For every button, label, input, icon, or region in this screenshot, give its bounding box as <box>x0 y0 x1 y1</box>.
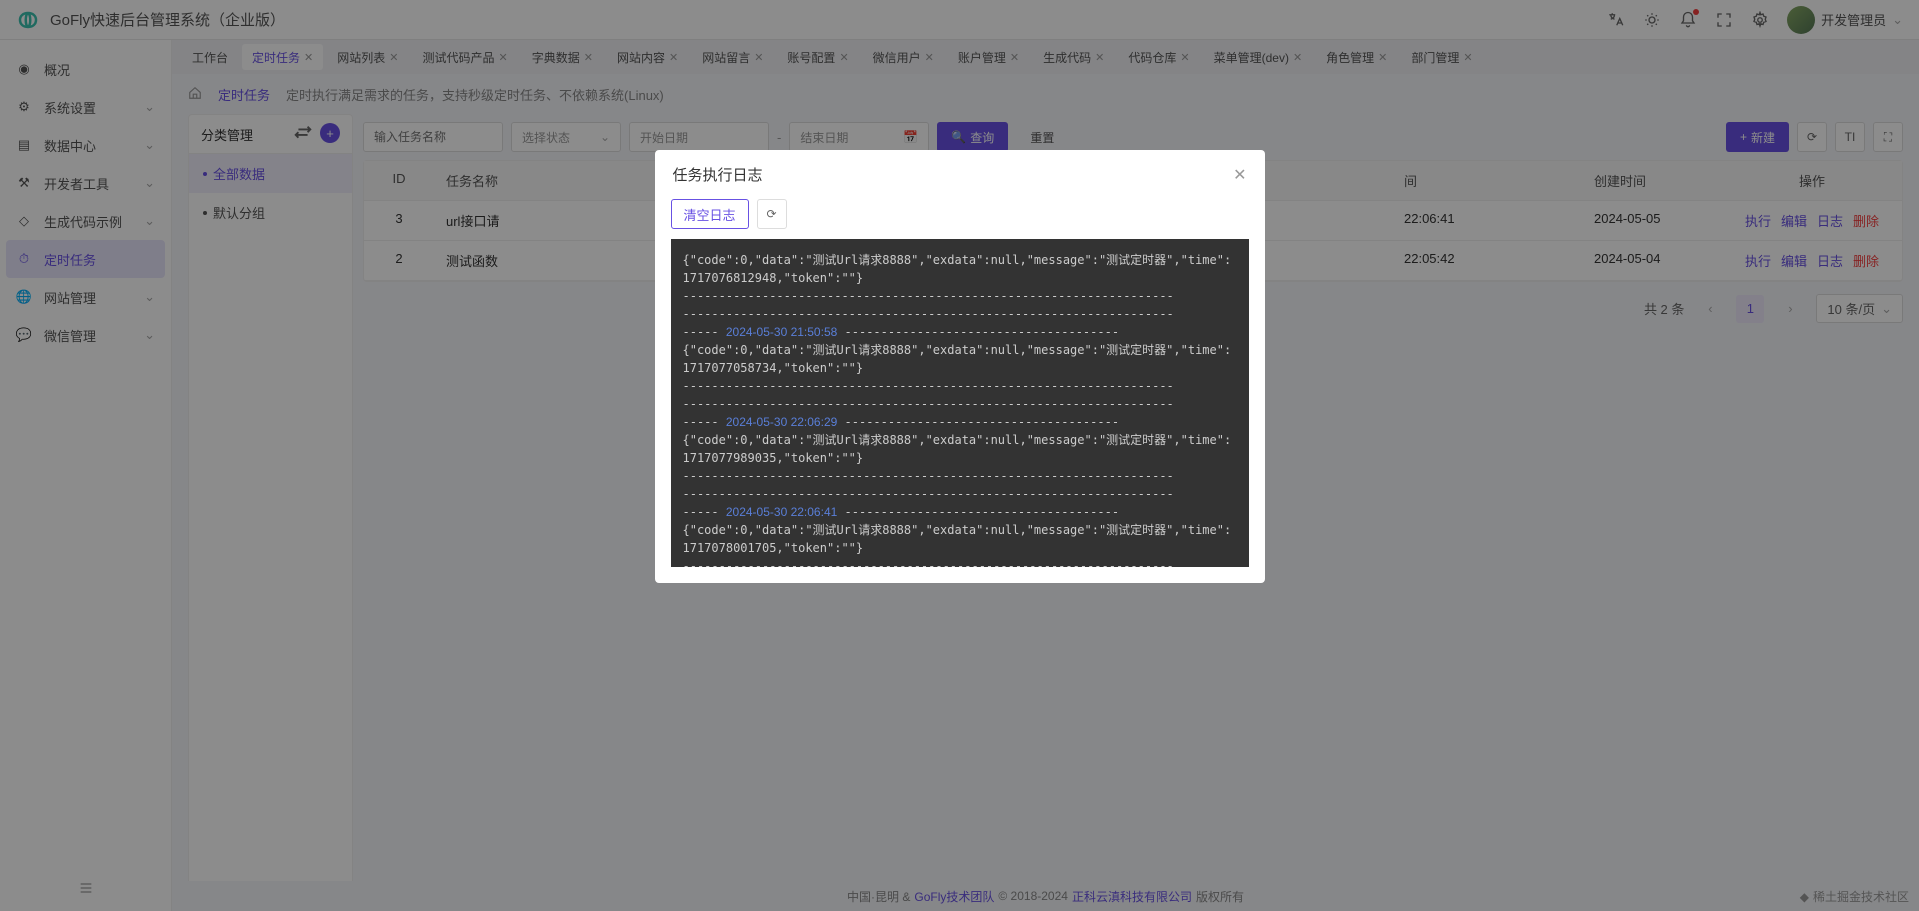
clear-log-button[interactable]: 清空日志 <box>671 199 749 229</box>
refresh-log-icon[interactable]: ⟳ <box>757 199 787 229</box>
log-modal: 任务执行日志 ✕ 清空日志 ⟳ {"code":0,"data":"测试Url请… <box>655 150 1265 583</box>
modal-mask[interactable]: 任务执行日志 ✕ 清空日志 ⟳ {"code":0,"data":"测试Url请… <box>0 0 1919 911</box>
log-content: {"code":0,"data":"测试Url请求8888","exdata":… <box>671 239 1249 567</box>
close-icon[interactable]: ✕ <box>1233 165 1246 185</box>
modal-title: 任务执行日志 <box>673 164 763 185</box>
